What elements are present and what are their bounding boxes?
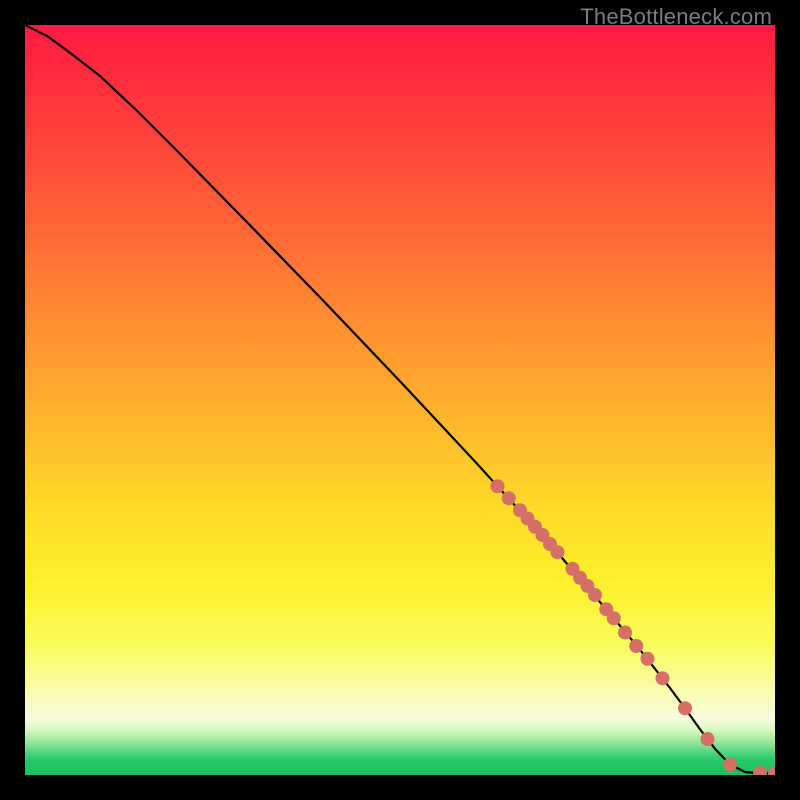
watermark-text: TheBottleneck.com [580,4,772,30]
highlight-dot [588,588,602,602]
plot-area [25,25,775,775]
highlight-dot [502,491,516,505]
highlight-dot [629,639,643,653]
highlight-dot [768,767,775,776]
highlight-dot [618,626,632,640]
highlight-dot [607,611,621,625]
highlight-dot [551,545,565,559]
chart-svg [25,25,775,775]
highlight-dot [491,479,505,493]
highlight-dot [678,701,692,715]
highlight-dots-group [491,479,776,775]
highlight-dot [641,652,655,666]
highlight-dot [656,671,670,685]
curve-path-group [25,25,775,774]
curve-line [25,25,775,774]
chart-stage: TheBottleneck.com [0,0,800,800]
highlight-dot [723,758,737,772]
highlight-dot [753,766,767,775]
highlight-dot [701,732,715,746]
